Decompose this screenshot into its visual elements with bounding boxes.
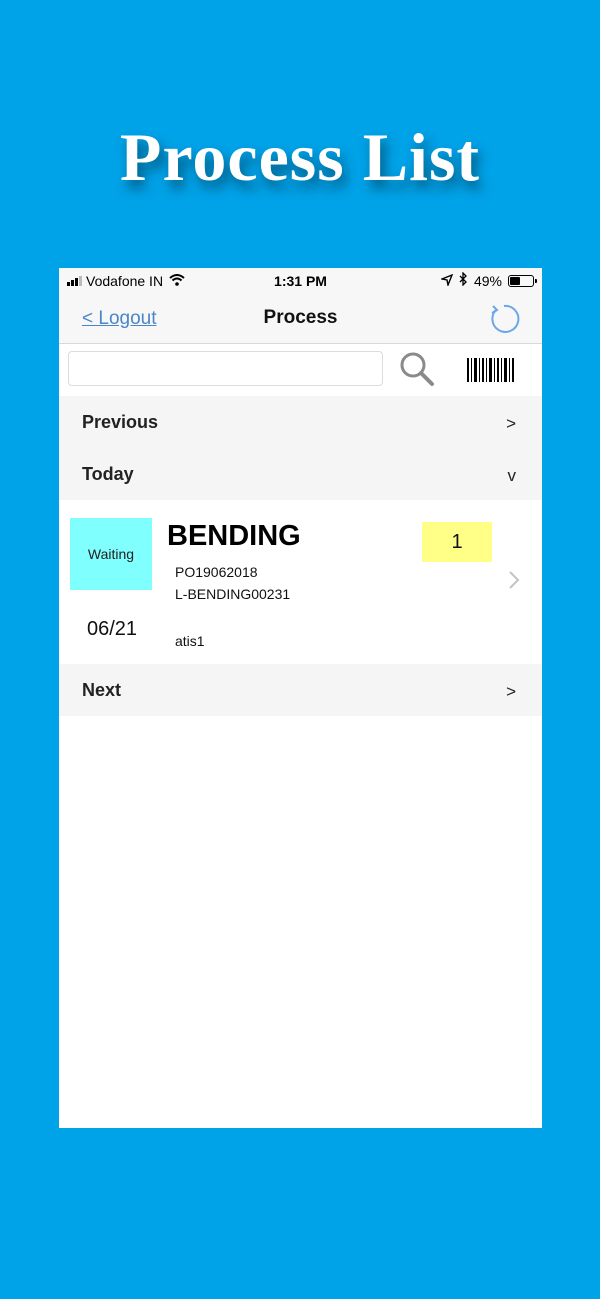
nav-bar: < Logout Process bbox=[59, 294, 542, 344]
chevron-right-icon bbox=[508, 570, 520, 590]
battery-icon bbox=[508, 274, 537, 287]
section-today-label: Today bbox=[82, 464, 134, 484]
phone-screen: Vodafone IN 1:31 PM 49% < Logout Process bbox=[59, 268, 542, 1128]
section-next-label: Next bbox=[82, 680, 122, 700]
logout-button[interactable]: < Logout bbox=[82, 308, 157, 330]
status-bar: Vodafone IN 1:31 PM 49% bbox=[59, 268, 542, 294]
search-icon[interactable] bbox=[399, 351, 435, 387]
chevron-down-icon: v bbox=[507, 466, 517, 485]
section-next[interactable]: Next > bbox=[59, 664, 542, 716]
battery-fill bbox=[510, 276, 520, 285]
banner-title: Process List bbox=[119, 119, 481, 195]
quantity-badge: 1 bbox=[422, 522, 492, 562]
search-input[interactable] bbox=[68, 351, 383, 386]
status-right: 49% bbox=[439, 271, 537, 289]
part-number: L-BENDING00231 bbox=[175, 586, 291, 602]
process-name: BENDING bbox=[167, 520, 301, 552]
user-name: atis1 bbox=[175, 633, 205, 649]
chevron-right-icon: > bbox=[506, 414, 516, 433]
po-number: PO19062018 bbox=[175, 564, 258, 580]
status-badge: Waiting bbox=[70, 518, 152, 590]
battery-percent: 49% bbox=[473, 272, 502, 289]
process-item[interactable]: Waiting 06/21 BENDING PO19062018 L-BENDI… bbox=[59, 500, 542, 664]
bluetooth-icon bbox=[459, 271, 468, 289]
section-today[interactable]: Today v bbox=[59, 448, 542, 500]
section-previous[interactable]: Previous > bbox=[59, 396, 542, 448]
location-icon bbox=[439, 273, 454, 289]
barcode-icon[interactable] bbox=[467, 358, 515, 382]
section-previous-label: Previous bbox=[82, 412, 159, 432]
process-date: 06/21 bbox=[87, 618, 138, 640]
chevron-right-icon: > bbox=[506, 682, 516, 701]
search-row bbox=[59, 344, 542, 394]
refresh-icon[interactable] bbox=[488, 303, 520, 335]
